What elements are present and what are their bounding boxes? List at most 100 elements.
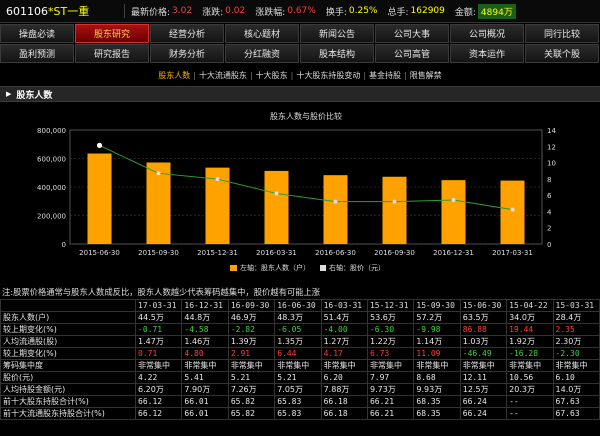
f10-nav: 操盘必读 股东研究 经营分析 核心题材 新闻公告 公司大事 公司概况 同行比较 盈利预测 研究报… (0, 24, 600, 64)
nav-button[interactable]: 资本运作 (450, 44, 524, 63)
table-cell: -6.05 (274, 323, 322, 336)
bar (441, 180, 466, 244)
table-cell: 7.05万 (274, 383, 322, 396)
line-point (156, 171, 161, 176)
nav-button[interactable]: 同行比较 (525, 24, 599, 43)
table-cell: -6.30 (366, 323, 415, 336)
table-cell: 12.5万 (459, 383, 508, 396)
row-label: 前十大流通股东持股合计(%) (0, 407, 137, 420)
legend-line-label: 右轴：股价（元） (329, 263, 385, 272)
bar (323, 175, 348, 244)
price-change-pct: 涨跌幅: 0.67% (255, 5, 316, 18)
table-row: 前十大流通股东持股合计(%) 66.12 66.01 65.82 65.83 66.18 6… (0, 407, 600, 420)
table-cell: 10.56 (506, 371, 554, 384)
table-cell: 非常集中 (274, 359, 322, 372)
table-cell: 68.35 (413, 395, 461, 408)
nav-button[interactable]: 操盘必读 (0, 24, 74, 43)
nav-button[interactable]: 分红融资 (225, 44, 299, 63)
row-label: 较上期变化(%) (0, 323, 137, 336)
x-axis-tick: 2016-09-30 (374, 249, 415, 257)
nav-button[interactable]: 经营分析 (150, 24, 224, 43)
table-cell: 9.93万 (413, 383, 461, 396)
sub-tab[interactable]: 限售解禁 (410, 71, 442, 80)
table-row: 筹码集中度 非常集中 非常集中 非常集中 非常集中 非常集中 非常集中 非常集中 非常集中 非常集… (0, 359, 600, 372)
row-label: 人均持股金额(元) (0, 383, 137, 396)
nav-button[interactable]: 财务分析 (150, 44, 224, 63)
table-cell: 66.18 (320, 407, 368, 420)
table-cell: 非常集中 (459, 359, 508, 372)
nav-button[interactable]: 股东研究 (75, 24, 149, 43)
column-header: 16-06-30 (274, 299, 322, 312)
section-header: ▶ 股东人数 (0, 86, 600, 102)
nav-button[interactable]: 关联个股 (525, 44, 599, 63)
table-cell: 2.91 (227, 347, 276, 360)
table-cell: 65.83 (274, 395, 322, 408)
nav-button[interactable]: 盈利预测 (0, 44, 74, 63)
table-cell: 11.09 (413, 347, 461, 360)
volume-label: 总手: (387, 7, 409, 18)
nav-button[interactable]: 公司概况 (450, 24, 524, 43)
right-axis-tick: 12 (547, 143, 556, 151)
table-cell: 65.82 (227, 407, 276, 420)
column-header: 15-04-22 (506, 299, 554, 312)
table-cell: 9.73万 (366, 383, 415, 396)
line-point (333, 199, 338, 204)
x-axis-tick: 2016-03-31 (256, 249, 297, 257)
table-cell: -- (506, 407, 554, 420)
sub-tab[interactable]: 十大股东 (256, 71, 288, 80)
sub-tab[interactable]: 基金持股 (369, 71, 401, 80)
nav-button[interactable]: 核心题材 (225, 24, 299, 43)
right-axis-tick: 10 (547, 160, 556, 168)
table-cell: 6.10 (552, 371, 600, 384)
table-cell: -2.82 (227, 323, 276, 336)
nav-button[interactable]: 公司大事 (375, 24, 449, 43)
table-cell: 6.20万 (135, 383, 183, 396)
table-cell: 48.3万 (274, 311, 322, 324)
stock-name: *ST一重 (48, 5, 90, 18)
nav-button[interactable]: 研究报告 (75, 44, 149, 63)
table-cell: 66.24 (459, 395, 508, 408)
latest-price-label: 最新价格: (131, 7, 171, 18)
x-axis-tick: 2015-09-30 (138, 249, 179, 257)
table-cell: 5.41 (181, 371, 229, 384)
shareholder-table: 17-03-31 16-12-31 16-09-30 16-06-30 16-03-31… (0, 299, 600, 420)
table-cell: 1.35万 (274, 335, 322, 348)
column-header: 16-09-30 (227, 299, 276, 312)
table-cell: 66.18 (320, 395, 368, 408)
line-point (96, 142, 103, 148)
sub-tab[interactable]: 十大流通股东 (199, 71, 247, 80)
table-cell: 44.5万 (135, 311, 183, 324)
table-cell: 2.30万 (552, 335, 600, 348)
nav-button[interactable]: 新闻公告 (300, 24, 374, 43)
nav-button[interactable]: 公司高管 (375, 44, 449, 63)
nav-button[interactable]: 股本结构 (300, 44, 374, 63)
line-point (215, 177, 220, 182)
table-cell: 19.44 (506, 323, 554, 336)
column-header: 15-09-30 (413, 299, 461, 312)
table-row: 人均流通股(股) 1.47万 1.46万 1.39万 1.35万 1.27万 1.22万 1.… (0, 335, 600, 348)
shareholder-price-chart: 股东人数与股价比较 0 200,000 400,000 600,000 800,000 0 2… (37, 111, 556, 272)
row-label: 股价(元) (0, 371, 137, 384)
table-cell: 1.03万 (459, 335, 508, 348)
table-cell: 66.21 (366, 395, 415, 408)
nav-row-1: 操盘必读 股东研究 经营分析 核心题材 新闻公告 公司大事 公司概况 同行比较 (0, 24, 600, 43)
bar (382, 176, 407, 244)
table-cell: 4.22 (135, 371, 183, 384)
line-point (274, 191, 279, 196)
sub-tab[interactable]: 股东人数 (158, 71, 190, 80)
turnover-label: 换手: (325, 7, 347, 18)
table-cell: 8.68 (413, 371, 461, 384)
table-cell: 46.9万 (227, 311, 276, 324)
table-row: 股东人数(户) 44.5万 44.8万 46.9万 48.3万 51.4万 53.6万 57.… (0, 311, 600, 324)
divider (124, 4, 125, 18)
row-label: 筹码集中度 (0, 359, 137, 372)
column-header: 15-06-30 (459, 299, 508, 312)
table-cell: 非常集中 (552, 359, 600, 372)
latest-price: 最新价格: 3.02 (131, 5, 192, 18)
table-cell: 66.12 (135, 407, 183, 420)
sub-tab[interactable]: 十大股东持股变动 (296, 71, 360, 80)
price-change: 涨跌: 0.02 (202, 5, 245, 18)
table-cell: 66.24 (459, 407, 508, 420)
table-cell: 1.39万 (227, 335, 276, 348)
left-axis-tick: 800,000 (37, 127, 66, 135)
